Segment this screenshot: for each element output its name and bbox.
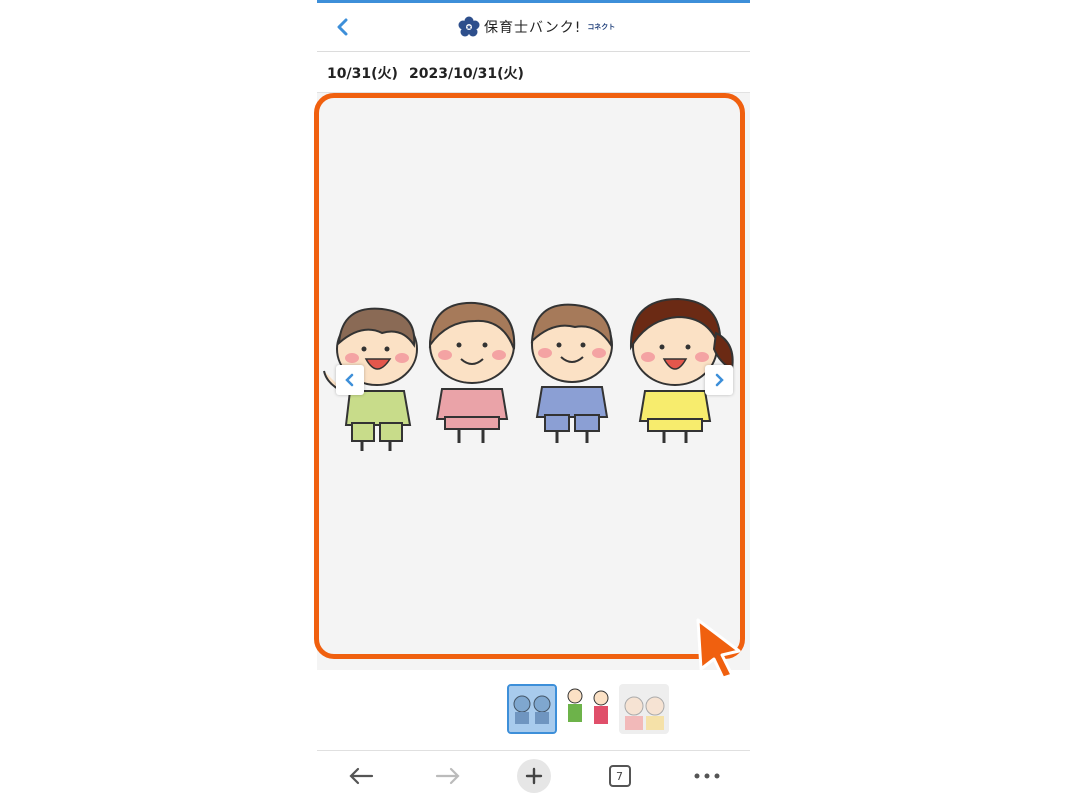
brand-name: 保育士バンク! bbox=[484, 20, 582, 36]
thumbnail-two-kids[interactable] bbox=[563, 684, 613, 734]
browser-bottom-bar: 7 bbox=[317, 750, 750, 801]
child-pink bbox=[428, 301, 516, 443]
back-button[interactable] bbox=[331, 15, 355, 39]
full-date: 2023/10/31(火) bbox=[409, 66, 524, 82]
thumbnail-image bbox=[509, 686, 555, 732]
image-viewer[interactable] bbox=[317, 93, 750, 670]
thumbnail-children-holding-hands[interactable] bbox=[507, 684, 557, 734]
arrow-left-icon bbox=[348, 767, 373, 785]
more-dots-icon bbox=[694, 773, 719, 779]
chevron-left-icon bbox=[337, 18, 348, 36]
tab-count: 7 bbox=[608, 765, 631, 787]
date-bar: 10/31(火) 2023/10/31(火) bbox=[317, 52, 750, 93]
brand-sub: コネクト bbox=[587, 23, 616, 31]
thumbnail-strip bbox=[507, 684, 669, 734]
previous-image-button[interactable] bbox=[336, 365, 364, 395]
app-header: 保育士バンク! コネクト bbox=[317, 3, 750, 52]
phone-screen: 保育士バンク! コネクト 10/31(火) 2023/10/31(火) 7 bbox=[317, 0, 750, 800]
thumbnail-faded-kids[interactable] bbox=[619, 684, 669, 734]
arrow-right-icon bbox=[435, 767, 460, 785]
pointer-arrow-icon bbox=[696, 618, 741, 679]
next-image-button[interactable] bbox=[705, 365, 733, 395]
child-blue bbox=[530, 303, 613, 443]
browser-back-button[interactable] bbox=[343, 758, 379, 794]
new-tab-button[interactable] bbox=[516, 759, 551, 793]
children-holding-hands-image bbox=[323, 297, 734, 451]
chevron-right-icon bbox=[715, 373, 724, 387]
more-menu-button[interactable] bbox=[689, 758, 725, 794]
brand: 保育士バンク! コネクト bbox=[458, 15, 615, 39]
thumbnail-image bbox=[619, 684, 669, 734]
short-date: 10/31(火) bbox=[327, 66, 398, 82]
flower-logo-icon bbox=[458, 16, 480, 37]
thumbnail-image bbox=[563, 684, 613, 734]
browser-forward-button[interactable] bbox=[430, 758, 466, 794]
tabs-button[interactable]: 7 bbox=[602, 758, 638, 794]
chevron-left-icon bbox=[345, 373, 354, 387]
plus-icon bbox=[525, 767, 542, 785]
